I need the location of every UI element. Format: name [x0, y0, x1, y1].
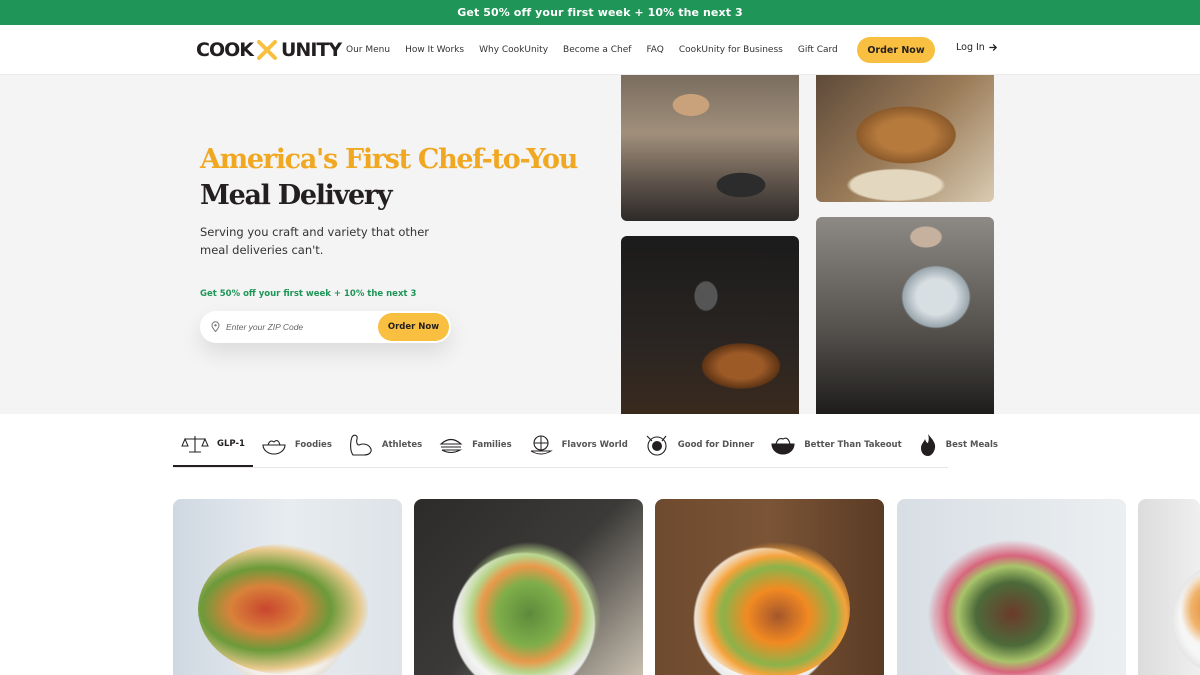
nav-faq[interactable]: FAQ [646, 45, 663, 55]
flexed-arm-icon [349, 434, 372, 456]
tab-label: Athletes [381, 440, 423, 450]
scale-icon [181, 436, 209, 453]
login-label: Log In [956, 42, 985, 53]
tab-best-meals[interactable]: Best Meals [910, 423, 1006, 467]
globe-dish-icon [530, 435, 553, 455]
hero-section [0, 75, 1200, 414]
tab-label: Good for Dinner [677, 440, 755, 450]
sandwich-icon [439, 438, 463, 454]
crossed-utensils-icon [255, 38, 279, 62]
location-pin-icon [211, 321, 220, 332]
tab-foodies[interactable]: Foodies [253, 423, 340, 467]
nav-how-it-works[interactable]: How It Works [405, 45, 464, 55]
hero-photo-basting-chicken [621, 236, 799, 414]
logo-word-right: UNITY [280, 39, 342, 61]
nav-become-a-chef[interactable]: Become a Chef [563, 45, 631, 55]
main-nav: Our Menu How It Works Why CookUnity Beco… [346, 25, 853, 75]
nav-gift-card[interactable]: Gift Card [798, 45, 838, 55]
tab-glp-1[interactable]: GLP-1 [173, 423, 253, 467]
meal-card-grain-bowl[interactable] [897, 499, 1126, 675]
tab-label: Best Meals [945, 440, 998, 450]
hero-subtitle: Serving you craft and variety that other… [200, 225, 430, 257]
tab-label: Families [472, 440, 512, 450]
tab-families[interactable]: Families [430, 423, 519, 467]
hero-order-now-button[interactable]: Order Now [378, 313, 449, 341]
promo-text: Get 50% off your first week + 10% the ne… [457, 6, 743, 19]
meal-card-partial[interactable] [1138, 499, 1200, 675]
tab-label: Better Than Takeout [804, 440, 902, 450]
tab-better-than-takeout[interactable]: Better Than Takeout [762, 423, 909, 467]
login-link[interactable]: Log In [956, 42, 998, 53]
hero-photo-glass-bowl [816, 217, 994, 414]
hero-photo-chef-cooking [621, 75, 799, 221]
nav-our-menu[interactable]: Our Menu [346, 45, 390, 55]
tab-label: Flavors World [561, 440, 628, 450]
hero-offer: Get 50% off your first week + 10% the ne… [200, 289, 417, 299]
takeout-bowl-icon [771, 437, 795, 455]
meal-card-salmon[interactable] [655, 499, 884, 675]
tab-label: GLP-1 [217, 439, 245, 449]
zip-code-input[interactable] [226, 319, 366, 335]
tab-athletes[interactable]: Athletes [340, 423, 430, 467]
category-tabs: GLP-1 Foodies Athletes Families Flavors … [173, 423, 998, 468]
header-order-now-button[interactable]: Order Now [857, 37, 935, 63]
nav-why-cookunity[interactable]: Why CookUnity [479, 45, 548, 55]
hero-photo-plated-dish [816, 75, 994, 202]
dinner-plate-icon [646, 435, 667, 456]
tab-label: Foodies [294, 440, 332, 450]
tab-good-for-dinner[interactable]: Good for Dinner [636, 423, 762, 467]
nav-cookunity-for-business[interactable]: CookUnity for Business [679, 45, 783, 55]
meal-card-tacos[interactable] [173, 499, 402, 675]
cookunity-logo[interactable]: COOK UNITY [196, 38, 342, 62]
tab-flavors-world[interactable]: Flavors World [520, 423, 636, 467]
hero-title-line1: America's First Chef-to-You [200, 144, 578, 175]
bowl-icon [262, 440, 286, 455]
hero-title: America's First Chef-to-You Meal Deliver… [200, 142, 578, 214]
hero-title-line2: Meal Delivery [200, 180, 393, 211]
zip-search-form: Order Now [200, 311, 451, 343]
logo-word-left: COOK [196, 39, 254, 61]
site-header: COOK UNITY Our Menu How It Works Why Coo… [0, 25, 1200, 75]
meal-card-salad[interactable] [414, 499, 643, 675]
promo-banner[interactable]: Get 50% off your first week + 10% the ne… [0, 0, 1200, 25]
arrow-right-icon [989, 44, 997, 51]
flame-icon [920, 434, 935, 456]
